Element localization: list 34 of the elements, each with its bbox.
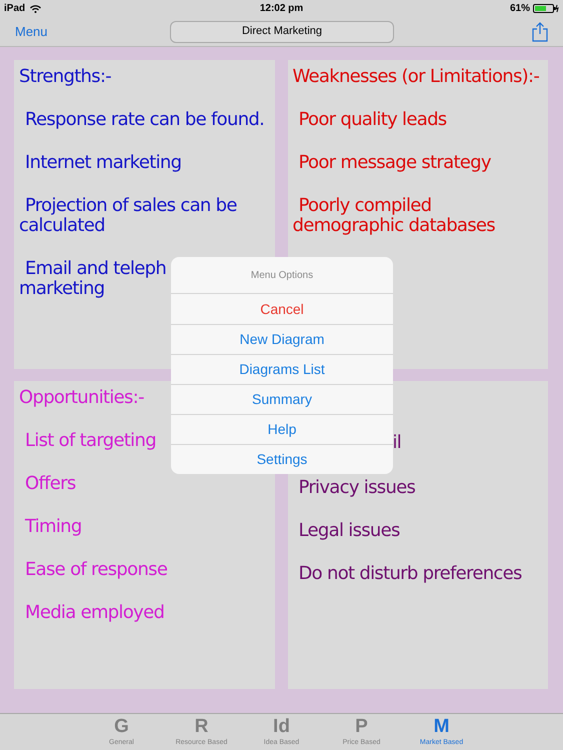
menu-option[interactable]: New Diagram xyxy=(171,324,393,354)
device-name: iPad xyxy=(4,2,26,16)
wifi-icon xyxy=(30,4,42,12)
quadrant-item-line: marketing xyxy=(19,279,104,299)
quadrant-item: Ease of response xyxy=(24,560,168,580)
quadrant-item: Internet marketing xyxy=(24,153,182,173)
menu-option[interactable]: Help xyxy=(171,414,393,444)
quadrant-item: Do not disturb preferences xyxy=(298,564,523,584)
share-icon[interactable] xyxy=(532,22,548,42)
menu-option[interactable]: Cancel xyxy=(171,294,393,324)
quadrant-item: Offers xyxy=(24,474,76,494)
quadrant-item: Privacy issues xyxy=(298,478,416,498)
menu-option[interactable]: Diagrams List xyxy=(171,354,393,384)
quadrant-title: Weaknesses (or Limitations):- xyxy=(292,67,540,87)
quadrant-item: Legal issues xyxy=(298,520,401,540)
battery-percent: 61% xyxy=(510,2,530,16)
title-field: Direct Marketing xyxy=(170,20,394,42)
quadrant-item: Poor quality leads xyxy=(298,110,448,130)
quadrant-item: Response rate can be found. xyxy=(24,110,266,130)
quadrant-item: Poor message strategy xyxy=(298,153,492,173)
quadrant-item: Projection of sales can be calculated xyxy=(19,196,238,236)
battery-icon xyxy=(533,4,559,13)
menu-option[interactable]: Summary xyxy=(171,384,393,414)
quadrant-item: List of targeting xyxy=(24,430,157,450)
quadrant-item-line: Email and teleph xyxy=(24,259,166,279)
quadrant-title: Strengths:- xyxy=(19,67,112,87)
quadrant-item-fragment: il xyxy=(392,432,402,452)
popup-title: Menu Options xyxy=(171,257,393,294)
clock: 12:02 pm xyxy=(260,2,304,16)
menu-button[interactable]: Menu xyxy=(15,22,48,42)
quadrant-item: Timing xyxy=(24,516,83,536)
menu-option[interactable]: Settings xyxy=(171,444,393,474)
quadrant-item: Poorly compiled demographic databases xyxy=(292,196,496,236)
quadrant-item: Media employed xyxy=(24,602,166,622)
